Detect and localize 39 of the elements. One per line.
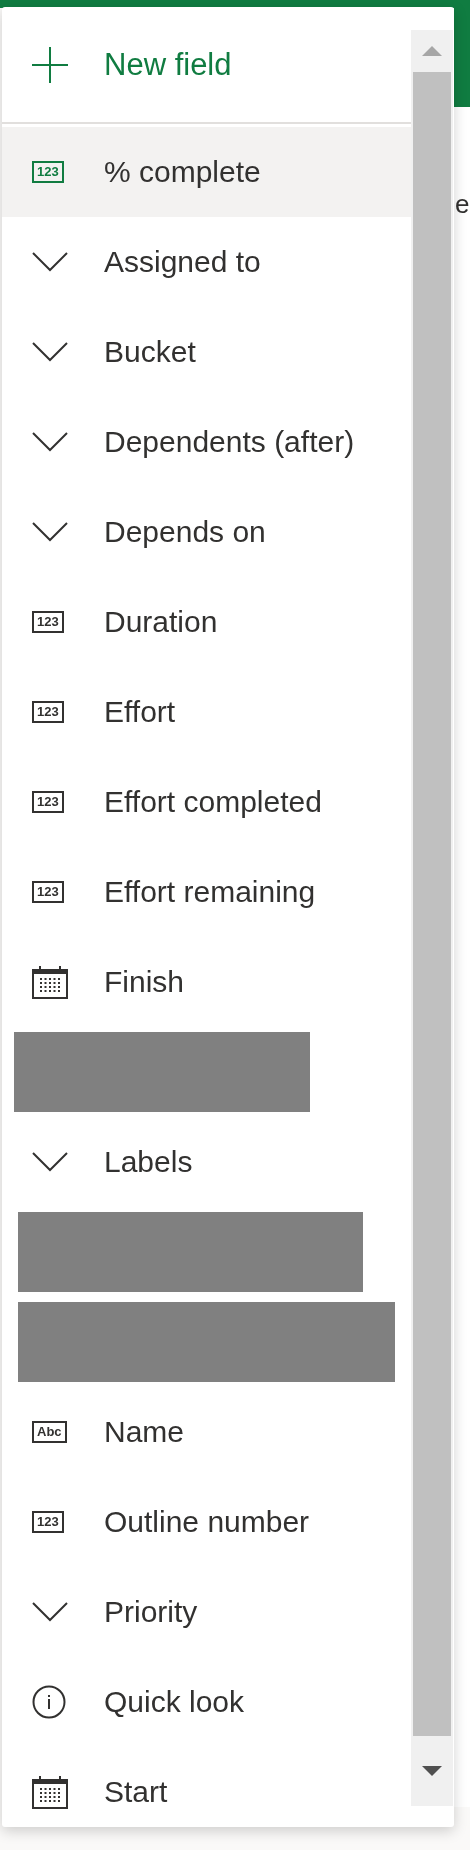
info-icon: [32, 1685, 66, 1719]
field-menu-item[interactable]: 123 Effort completed: [2, 757, 411, 847]
chevron-down-icon: [32, 522, 68, 542]
field-menu-item[interactable]: Bucket: [2, 307, 411, 397]
column-header-text: e: [455, 189, 470, 219]
field-menu-item[interactable]: Quick look: [2, 1657, 411, 1747]
scrollbar[interactable]: [411, 30, 453, 1806]
field-menu-item[interactable]: Priority: [2, 1567, 411, 1657]
chevron-down-icon: [32, 1602, 68, 1622]
new-field-button[interactable]: New field: [2, 7, 411, 122]
number-field-icon: 123: [32, 1511, 64, 1533]
number-field-icon: 123: [32, 161, 64, 183]
chevron-down-icon: [32, 432, 68, 452]
number-field-icon: 123: [32, 791, 64, 813]
field-menu-item[interactable]: 123 % complete: [2, 127, 411, 217]
field-menu-item[interactable]: Abc Name: [2, 1387, 411, 1477]
field-menu-item[interactable]: Depends on: [2, 487, 411, 577]
field-menu-item[interactable]: Dependents (after): [2, 397, 411, 487]
number-field-icon: 123: [32, 881, 64, 903]
calendar-icon: [32, 1775, 68, 1809]
text-field-icon: Abc: [32, 1421, 67, 1443]
field-menu-item[interactable]: 123 Duration: [2, 577, 411, 667]
chevron-down-icon: [32, 1152, 68, 1172]
chevron-down-icon: [32, 252, 68, 272]
number-field-icon: 123: [32, 701, 64, 723]
field-menu-item[interactable]: 123 Effort: [2, 667, 411, 757]
number-field-icon: 123: [32, 611, 64, 633]
field-menu-item[interactable]: 123 Outline number: [2, 1477, 411, 1567]
calendar-icon: [32, 965, 68, 999]
field-menu-item[interactable]: Start: [2, 1747, 411, 1827]
chevron-down-icon: [32, 342, 68, 362]
field-menu-item[interactable]: Labels: [2, 1117, 411, 1207]
field-menu-item[interactable]: Finish: [2, 937, 411, 1027]
scroll-down-icon[interactable]: [422, 1766, 442, 1776]
field-menu-item[interactable]: 123 Effort remaining: [2, 847, 411, 937]
field-menu-item[interactable]: Assigned to: [2, 217, 411, 307]
plus-icon: [32, 46, 68, 83]
scroll-up-icon[interactable]: [422, 46, 442, 56]
scrollbar-thumb[interactable]: [413, 72, 451, 1736]
